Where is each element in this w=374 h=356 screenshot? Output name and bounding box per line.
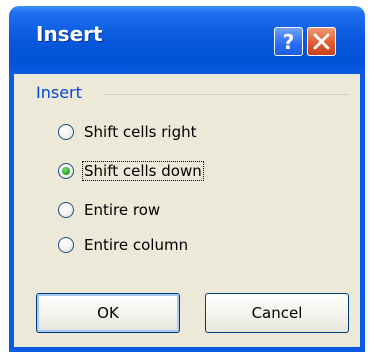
help-button[interactable]: ?: [274, 27, 303, 56]
option-label: Entire column: [84, 236, 189, 254]
radio-selected-dot: [62, 167, 70, 175]
group-separator-line: [104, 94, 349, 95]
help-icon: ?: [283, 30, 295, 54]
option-label: Entire row: [84, 201, 161, 219]
option-shift-cells-down[interactable]: Shift cells down: [58, 158, 204, 184]
option-label: Shift cells right: [84, 123, 197, 141]
dialog-title: Insert: [36, 22, 103, 46]
radio-entire-row[interactable]: [58, 202, 74, 218]
cancel-button[interactable]: Cancel: [205, 293, 349, 333]
option-shift-cells-right[interactable]: Shift cells right: [58, 119, 199, 145]
window-frame-bottom: [9, 347, 365, 352]
radio-entire-column[interactable]: [58, 237, 74, 253]
svg-text:?: ?: [283, 30, 295, 54]
option-label: Shift cells down: [82, 161, 204, 181]
window-frame-right: [360, 74, 365, 349]
close-button[interactable]: [307, 27, 336, 56]
close-icon: [313, 33, 330, 50]
option-entire-row[interactable]: Entire row: [58, 197, 162, 223]
insert-group-label: Insert: [36, 83, 82, 102]
option-entire-column[interactable]: Entire column: [58, 232, 190, 258]
ok-button[interactable]: OK: [36, 293, 180, 333]
radio-shift-cells-right[interactable]: [58, 124, 74, 140]
radio-shift-cells-down[interactable]: [58, 163, 74, 179]
